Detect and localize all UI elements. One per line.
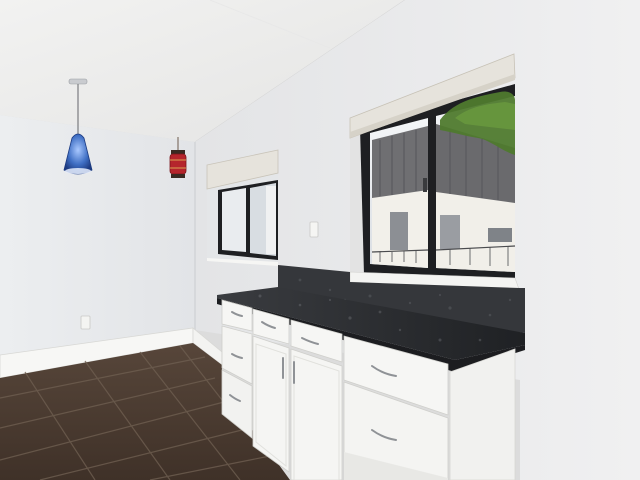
light-switch [309, 221, 319, 238]
wall-outlet [80, 315, 91, 330]
neighbor-building [371, 124, 516, 272]
left-wall [0, 115, 195, 355]
cabinet-door [290, 348, 343, 480]
kitchen-photo-svg [0, 0, 640, 480]
kitchen-photo [0, 0, 640, 480]
small-window [206, 149, 279, 266]
